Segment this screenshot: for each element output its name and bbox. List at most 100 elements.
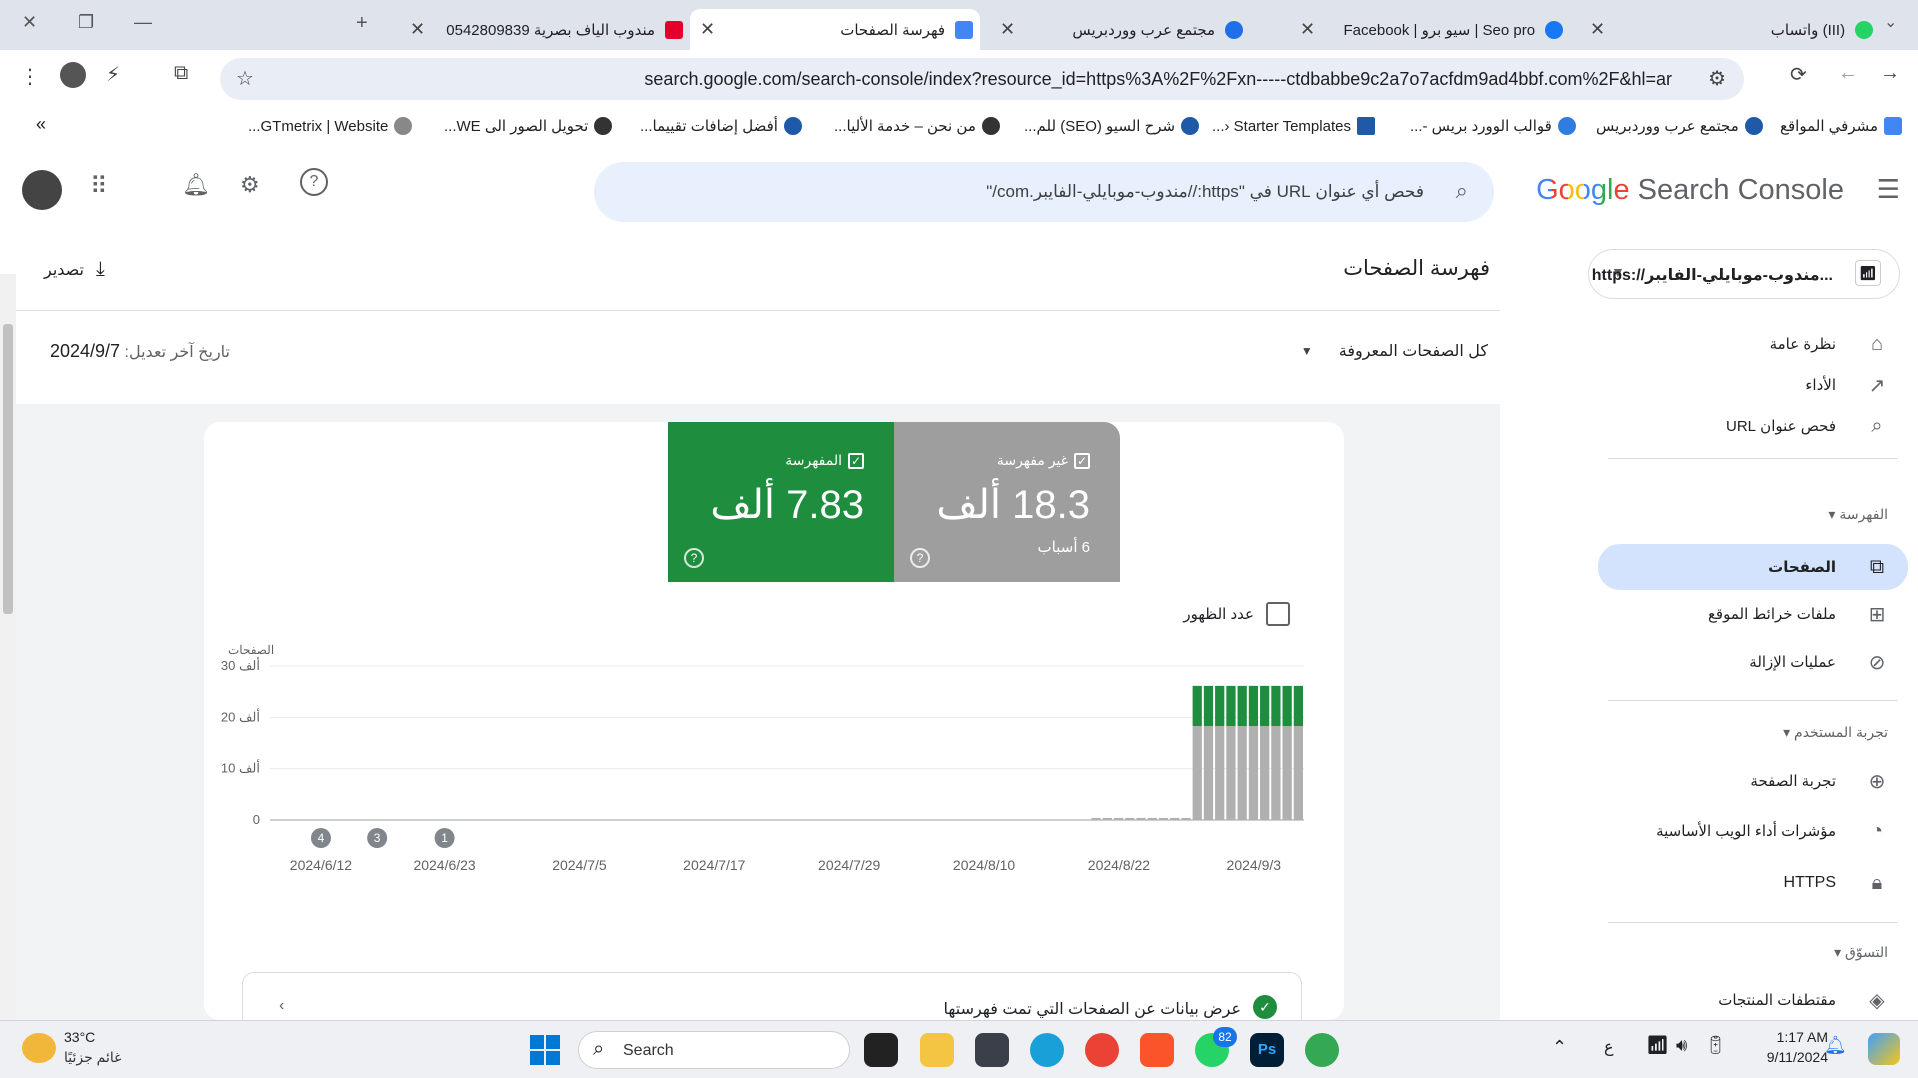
brave-icon[interactable] xyxy=(1140,1033,1174,1067)
bookmark-item[interactable]: من نحن – خدمة الأليا... xyxy=(834,117,1000,135)
indexed-tile[interactable]: ✓ المفهرسة 7.83 ألف ? xyxy=(668,422,894,582)
taskbar-search-box[interactable]: ⌕ Search xyxy=(578,1031,850,1069)
extensions-puzzle-icon[interactable]: ⧉ xyxy=(174,62,188,85)
clock-time[interactable]: 1:17 AM xyxy=(1752,1029,1828,1045)
volume-icon[interactable]: 🔊︎ xyxy=(1676,1035,1687,1056)
account-avatar[interactable] xyxy=(22,170,62,210)
help-icon[interactable]: ? xyxy=(300,168,328,196)
bookmarks-overflow-icon[interactable]: » xyxy=(36,114,46,135)
forward-icon[interactable]: → xyxy=(1880,62,1900,85)
impressions-toggle[interactable]: عدد الظهور xyxy=(1183,602,1290,626)
show-hidden-icons-chevron-icon[interactable]: ⌃ xyxy=(1552,1037,1567,1058)
close-window-icon[interactable]: ✕ xyxy=(22,12,37,33)
scrollbar-track[interactable] xyxy=(0,274,16,1020)
tab-whatsapp[interactable]: ✕ (III) واتساب xyxy=(1580,9,1880,50)
sidebar-item-core-web-vitals[interactable]: مؤشرات أداء الويب الأساسية ◔ xyxy=(1588,811,1918,851)
help-circle-icon[interactable]: ? xyxy=(684,548,704,568)
task-view-icon[interactable] xyxy=(864,1033,898,1067)
minimize-window-icon[interactable]: — xyxy=(134,12,152,33)
close-tab-icon[interactable]: ✕ xyxy=(410,19,425,40)
notifications-bell-icon[interactable]: 🔔︎ xyxy=(182,172,210,198)
new-tab-button[interactable]: + xyxy=(356,12,368,35)
help-circle-icon[interactable]: ? xyxy=(910,548,930,568)
reload-icon[interactable]: ⟳ xyxy=(1790,62,1807,87)
section-indexing[interactable]: الفهرسة ▾ xyxy=(1588,506,1918,523)
browser-menu-icon[interactable]: ⋮ xyxy=(20,64,40,89)
sidebar-item-https[interactable]: HTTPS 🔒︎ xyxy=(1588,863,1918,903)
close-tab-icon[interactable]: ✕ xyxy=(1590,19,1605,40)
property-selector[interactable]: ▼ https://مندوب-موبايلي-الفايبر... 📶︎ xyxy=(1588,249,1900,299)
bookmark-item[interactable]: قوالب الوورد بريس -... xyxy=(1410,117,1576,135)
impressions-checkbox[interactable] xyxy=(1266,602,1290,626)
clock-date[interactable]: 9/11/2024 xyxy=(1744,1049,1828,1065)
x-tick-label: 2024/6/23 xyxy=(413,857,475,873)
bookmark-star-icon[interactable]: ☆ xyxy=(236,66,254,91)
not-indexed-checkbox[interactable]: ✓ غير مفهرسة xyxy=(997,452,1090,469)
bookmark-item[interactable]: GTmetrix | Website... xyxy=(248,117,413,135)
tab-arab-wordpress[interactable]: ✕ مجتمع عرب ووردبريس xyxy=(990,9,1260,50)
copilot-icon[interactable] xyxy=(1868,1033,1900,1065)
edge-icon[interactable] xyxy=(1030,1033,1064,1067)
bookmark-item[interactable]: أفضل إضافات تقييما... xyxy=(640,117,802,135)
layers-icon: ◈ xyxy=(1869,989,1885,1012)
sidebar-item-removals[interactable]: عمليات الإزالة ⊘ xyxy=(1588,642,1918,682)
extension-icon[interactable]: ⚡ xyxy=(106,62,120,87)
tab-fiber[interactable]: ✕ مندوب الياف بصرية 0542809839 xyxy=(400,9,685,50)
windows-start-icon[interactable] xyxy=(530,1035,560,1065)
bookmark-item[interactable]: تحويل الصور الى WE... xyxy=(444,117,613,135)
close-tab-icon[interactable]: ✕ xyxy=(1000,19,1015,40)
bookmark-item[interactable]: شرح السيو (SEO) للم... xyxy=(1024,117,1200,135)
sidebar-item-page-experience[interactable]: تجربة الصفحة ⊕ xyxy=(1588,761,1918,801)
back-icon[interactable]: ← xyxy=(1838,62,1858,85)
input-language[interactable]: ع xyxy=(1604,1037,1614,1057)
pages-filter-dropdown[interactable]: كل الصفحات المعروفة ▼ xyxy=(1301,341,1488,361)
restore-window-icon[interactable]: ❐ xyxy=(78,12,94,33)
file-explorer-icon[interactable] xyxy=(920,1033,954,1067)
profile-avatar[interactable] xyxy=(60,62,86,88)
start-tile xyxy=(546,1051,560,1065)
photoshop-icon[interactable]: Ps xyxy=(1250,1033,1284,1067)
sidebar-item-sitemaps[interactable]: ملفات خرائط الموقع ⊞ xyxy=(1588,594,1918,634)
weather-icon[interactable] xyxy=(22,1033,56,1063)
user-settings-icon[interactable]: ⚙ xyxy=(240,172,260,198)
sidebar-item-performance[interactable]: الأداء ↗ xyxy=(1588,365,1918,405)
wifi-icon[interactable]: 📶︎ xyxy=(1646,1035,1669,1056)
apps-grid-icon[interactable]: ⠿ xyxy=(90,172,108,201)
scrollbar-thumb[interactable] xyxy=(3,324,13,614)
sidebar-item-url-inspection[interactable]: فحص عنوان URL ⌕ xyxy=(1588,406,1918,446)
sidebar-item-product-snippets[interactable]: مقتطفات المنتجات ◈ xyxy=(1588,980,1918,1020)
bookmark-item[interactable]: Starter Templates ‹... xyxy=(1212,117,1375,135)
app-icon[interactable] xyxy=(975,1033,1009,1067)
bookmark-favicon-icon xyxy=(1181,117,1200,135)
not-indexed-tile[interactable]: ✓ غير مفهرسة 18.3 ألف 6 أسباب ? xyxy=(894,422,1120,582)
section-shopping[interactable]: التسوّق ▾ xyxy=(1588,944,1918,961)
notifications-bell-icon[interactable]: 🔔︎ xyxy=(1824,1035,1847,1056)
battery-icon[interactable]: 🔋︎ xyxy=(1704,1035,1727,1056)
bookmark-item[interactable]: مجتمع عرب ووردبريس xyxy=(1596,117,1763,135)
tab-facebook[interactable]: ✕ Seo pro | سيو برو | Facebook xyxy=(1290,9,1570,50)
bar-segment xyxy=(1181,817,1191,820)
bookmark-item[interactable]: مشرفي المواقع xyxy=(1780,117,1903,135)
url-inspect-search[interactable]: فحص أي عنوان URL في "https://مندوب-موباي… xyxy=(594,162,1494,222)
tab-search-chevron-icon[interactable]: ⌄ xyxy=(1884,12,1897,32)
visibility-off-icon: ⊘ xyxy=(1868,651,1886,674)
close-tab-icon[interactable]: ✕ xyxy=(700,19,715,40)
search-console-logo[interactable]: Google Search Console xyxy=(1536,174,1844,207)
sidebar-item-pages[interactable]: الصفحات ⧉ xyxy=(1598,544,1908,590)
export-button[interactable]: تصدير ⤓ xyxy=(44,258,105,281)
close-tab-icon[interactable]: ✕ xyxy=(1300,19,1315,40)
bar-segment xyxy=(1237,685,1247,727)
bottom-info-card[interactable]: عرض بيانات عن الصفحات التي تمت فهرستها ✓… xyxy=(242,972,1302,1020)
sidebar-item-overview[interactable]: نظرة عامة ⌂ xyxy=(1588,324,1918,364)
section-experience[interactable]: تجربة المستخدم ▾ xyxy=(1588,724,1918,741)
whatsapp-icon[interactable]: 82 xyxy=(1195,1027,1237,1067)
search-icon: ⌕ xyxy=(593,1038,605,1060)
indexed-checkbox[interactable]: ✓ المفهرسة xyxy=(785,452,864,469)
address-bar[interactable]: ☆ search.google.com/search-console/index… xyxy=(220,58,1744,100)
chevron-icon[interactable]: ‹ xyxy=(279,997,284,1015)
chrome-profile-icon[interactable] xyxy=(1305,1033,1339,1067)
hamburger-menu-icon[interactable]: ☰ xyxy=(1877,174,1900,205)
chrome-icon[interactable] xyxy=(1085,1033,1119,1067)
site-settings-icon[interactable]: ⚙ xyxy=(1708,66,1726,91)
tab-index-pages[interactable]: ✕ فهرسة الصفحات xyxy=(690,9,980,50)
